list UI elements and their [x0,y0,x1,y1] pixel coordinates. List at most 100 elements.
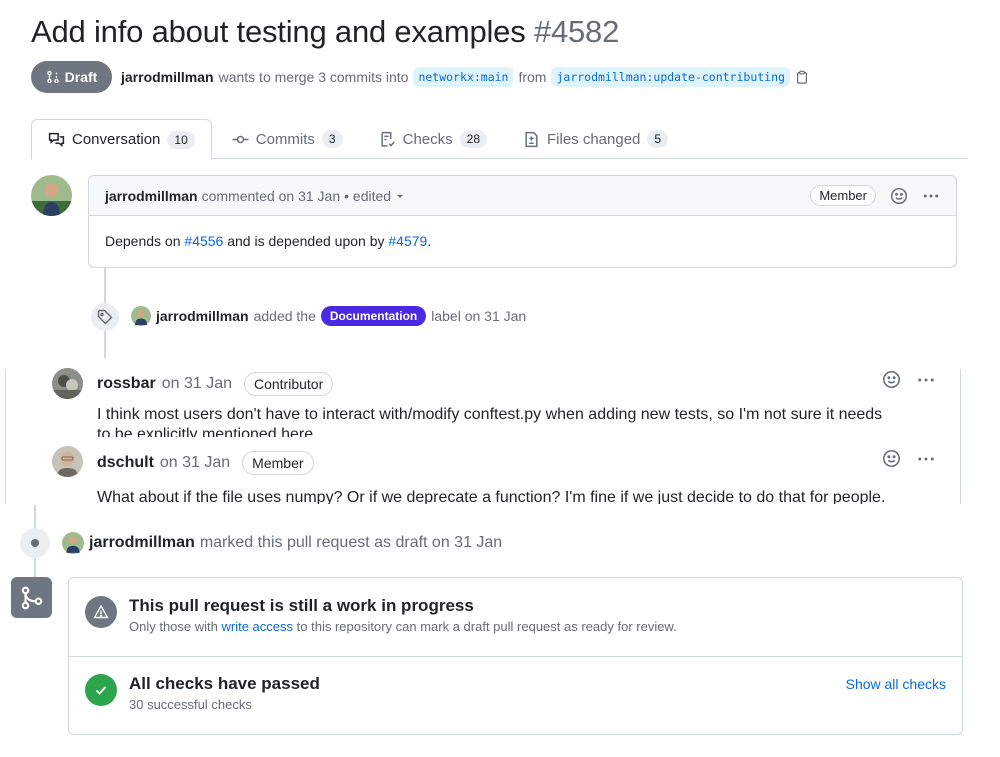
file-diff-icon [525,131,538,147]
wip-subtitle: Only those with write access to this rep… [129,619,677,634]
event-author[interactable]: jarrodmillman [89,534,195,552]
body-text: . [427,233,432,249]
draft-label: Draft [64,69,98,85]
comment-text: I think most users don't have to interac… [97,406,883,423]
avatar[interactable] [131,306,151,326]
user-avatar-image [31,175,72,216]
comment-header: jarrodmillman commented on 31 Jan • edit… [89,176,956,216]
avatar[interactable] [52,368,83,399]
merge-text: wants to merge 3 commits into [218,69,409,85]
body-text: and is depended upon by [223,233,389,249]
user-avatar-image [52,446,83,477]
tab-commits[interactable]: Commits 3 [216,119,359,159]
check-icon [95,686,107,695]
tab-counter: 3 [321,130,343,148]
copy-icon[interactable] [795,70,809,84]
checks-title: All checks have passed [129,674,320,693]
author-role-badge: Member [810,185,876,206]
label-badge[interactable]: Documentation [320,306,427,326]
author-role-badge: Member [242,451,314,475]
alert-circle [85,596,117,628]
comment-header: rossbar on 31 Jan Contributor [97,372,334,396]
head-branch[interactable]: jarrodmillman:update-contributing [551,67,790,87]
wip-row: This pull request is still a work in pro… [69,596,962,634]
tab-label: Conversation [72,131,161,148]
git-merge-icon [21,586,42,609]
comment-author[interactable]: jarrodmillman [105,188,198,204]
divider [69,656,962,657]
event-text: label on 31 Jan [431,308,527,324]
pr-title: Add info about testing and examples #458… [31,14,619,50]
comment-text: to be explicitly mentioned here. [97,426,318,437]
kebab-horizontal-icon[interactable] [916,449,936,469]
draft-state-badge: Draft [31,61,112,93]
issue-link[interactable]: #4556 [184,233,223,249]
tab-files-changed[interactable]: Files changed 5 [507,119,684,159]
comment-card: jarrodmillman commented on 31 Jan • edit… [88,175,957,268]
git-pull-request-draft-icon [46,70,59,84]
tab-conversation[interactable]: Conversation 10 [31,119,212,160]
wip-title: This pull request is still a work in pro… [129,596,474,615]
label-event: jarrodmillman added the Documentation la… [131,306,526,326]
merge-status-icon [11,577,52,618]
comment-author[interactable]: dschult [97,454,154,472]
pr-number: #4582 [533,14,620,49]
event-text: added the [253,308,316,324]
author-role-badge: Contributor [243,372,334,396]
write-access-link[interactable]: write access [222,619,294,634]
checks-subtitle: 30 successful checks [129,697,252,712]
edited-indicator[interactable]: • edited [344,188,391,204]
pr-title-text: Add info about testing and examples [31,14,526,49]
show-all-checks-link[interactable]: Show all checks [846,676,946,692]
comment-body: What about if the file uses numpy? Or if… [97,488,947,504]
checklist-icon [381,131,395,147]
comment-body: I think most users don't have to interac… [97,405,947,437]
tab-label: Checks [402,130,453,148]
comment-date[interactable]: on 31 Jan [162,375,232,393]
smiley-icon[interactable] [882,370,901,389]
event-author[interactable]: jarrodmillman [156,308,249,324]
avatar[interactable] [31,175,72,216]
comment-action[interactable]: commented on 31 Jan [202,188,341,204]
tab-label: Files changed [547,130,641,148]
tab-counter: 10 [167,130,195,149]
success-circle [85,674,117,706]
pr-tabs: Conversation 10 Commits 3 Checks 28 File… [31,119,968,160]
tag-icon [97,309,113,325]
kebab-horizontal-icon[interactable] [922,187,940,205]
comment-date[interactable]: on 31 Jan [160,454,230,472]
tag-event-badge [91,303,119,331]
comment-header: dschult on 31 Jan Member [97,451,314,475]
base-branch[interactable]: networkx:main [413,67,514,87]
merge-box: This pull request is still a work in pro… [68,577,963,735]
draft-event: jarrodmillman marked this pull request a… [62,532,502,554]
commit-icon [232,135,249,143]
chevron-down-icon[interactable] [395,191,405,201]
comment-discussion-icon [48,132,65,147]
issue-link[interactable]: #4579 [388,233,427,249]
tab-checks[interactable]: Checks 28 [363,119,503,159]
pr-meta: jarrodmillman wants to merge 3 commits i… [121,67,809,87]
body-text: Depends on [105,233,185,249]
smiley-icon[interactable] [890,187,908,205]
avatar[interactable] [52,446,83,477]
kebab-horizontal-icon[interactable] [916,370,936,390]
comment-author[interactable]: rossbar [97,375,156,393]
user-avatar-image [52,368,83,399]
alert-icon [93,604,109,619]
pr-author-link[interactable]: jarrodmillman [121,69,214,85]
draft-event-badge [20,528,50,558]
from-text: from [518,69,547,85]
tab-counter: 5 [647,130,669,148]
event-text: marked this pull request as draft on 31 … [199,534,503,551]
tab-label: Commits [255,130,315,148]
comment-text: What about if the file uses numpy? Or if… [97,489,886,504]
smiley-icon[interactable] [882,449,901,468]
comment-body: Depends on #4556 and is depended upon by… [89,216,956,266]
checks-row: All checks have passed 30 successful che… [69,674,962,712]
avatar[interactable] [62,532,84,554]
dot-fill-icon [31,539,39,547]
wip-sub-text: to this repository can mark a draft pull… [296,619,677,634]
wip-sub-text: Only those with [129,619,218,634]
tab-counter: 28 [459,130,487,148]
